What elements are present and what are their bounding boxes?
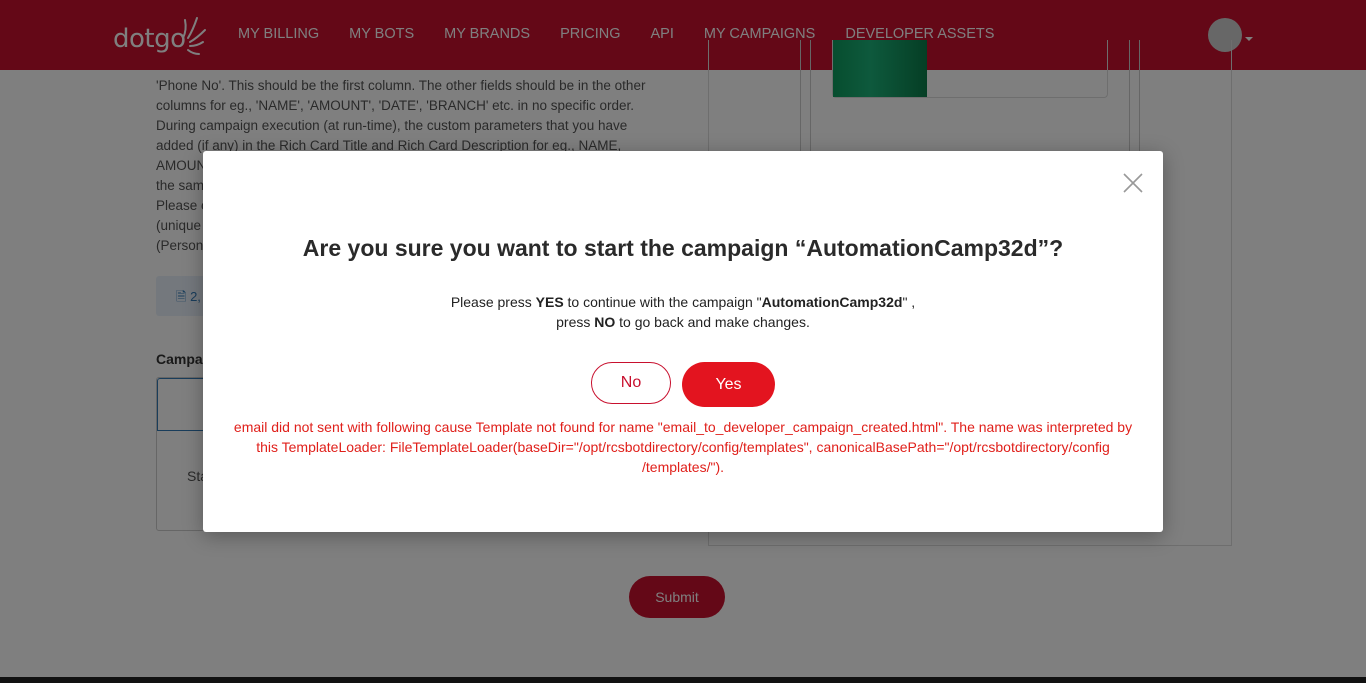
body-text: to go back and make changes.	[615, 314, 810, 330]
modal-body: Please press YES to continue with the ca…	[203, 292, 1163, 332]
modal-body-line-2: press NO to go back and make changes.	[203, 312, 1163, 332]
modal-title: Are you sure you want to start the campa…	[302, 235, 1064, 261]
close-icon[interactable]	[1123, 173, 1143, 193]
no-button[interactable]: No	[591, 362, 671, 404]
campaign-name: AutomationCamp32d	[761, 294, 903, 310]
error-message: email did not sent with following cause …	[231, 417, 1135, 477]
body-text: Please press	[450, 294, 536, 310]
modal-actions: No Yes	[591, 362, 775, 407]
error-line: /templates/").	[642, 459, 724, 475]
no-keyword: NO	[594, 314, 616, 330]
modal-body-line-1: Please press YES to continue with the ca…	[203, 292, 1163, 312]
yes-keyword: YES	[535, 294, 564, 310]
body-text: press	[556, 314, 595, 330]
yes-button[interactable]: Yes	[682, 362, 775, 407]
body-text: " ,	[902, 294, 916, 310]
body-text: to continue with the campaign "	[563, 294, 762, 310]
error-line: this TemplateLoader: FileTemplateLoader(…	[256, 439, 1110, 455]
confirm-start-campaign-modal: Are you sure you want to start the campa…	[203, 151, 1163, 532]
error-line: email did not sent with following cause …	[233, 419, 1133, 435]
